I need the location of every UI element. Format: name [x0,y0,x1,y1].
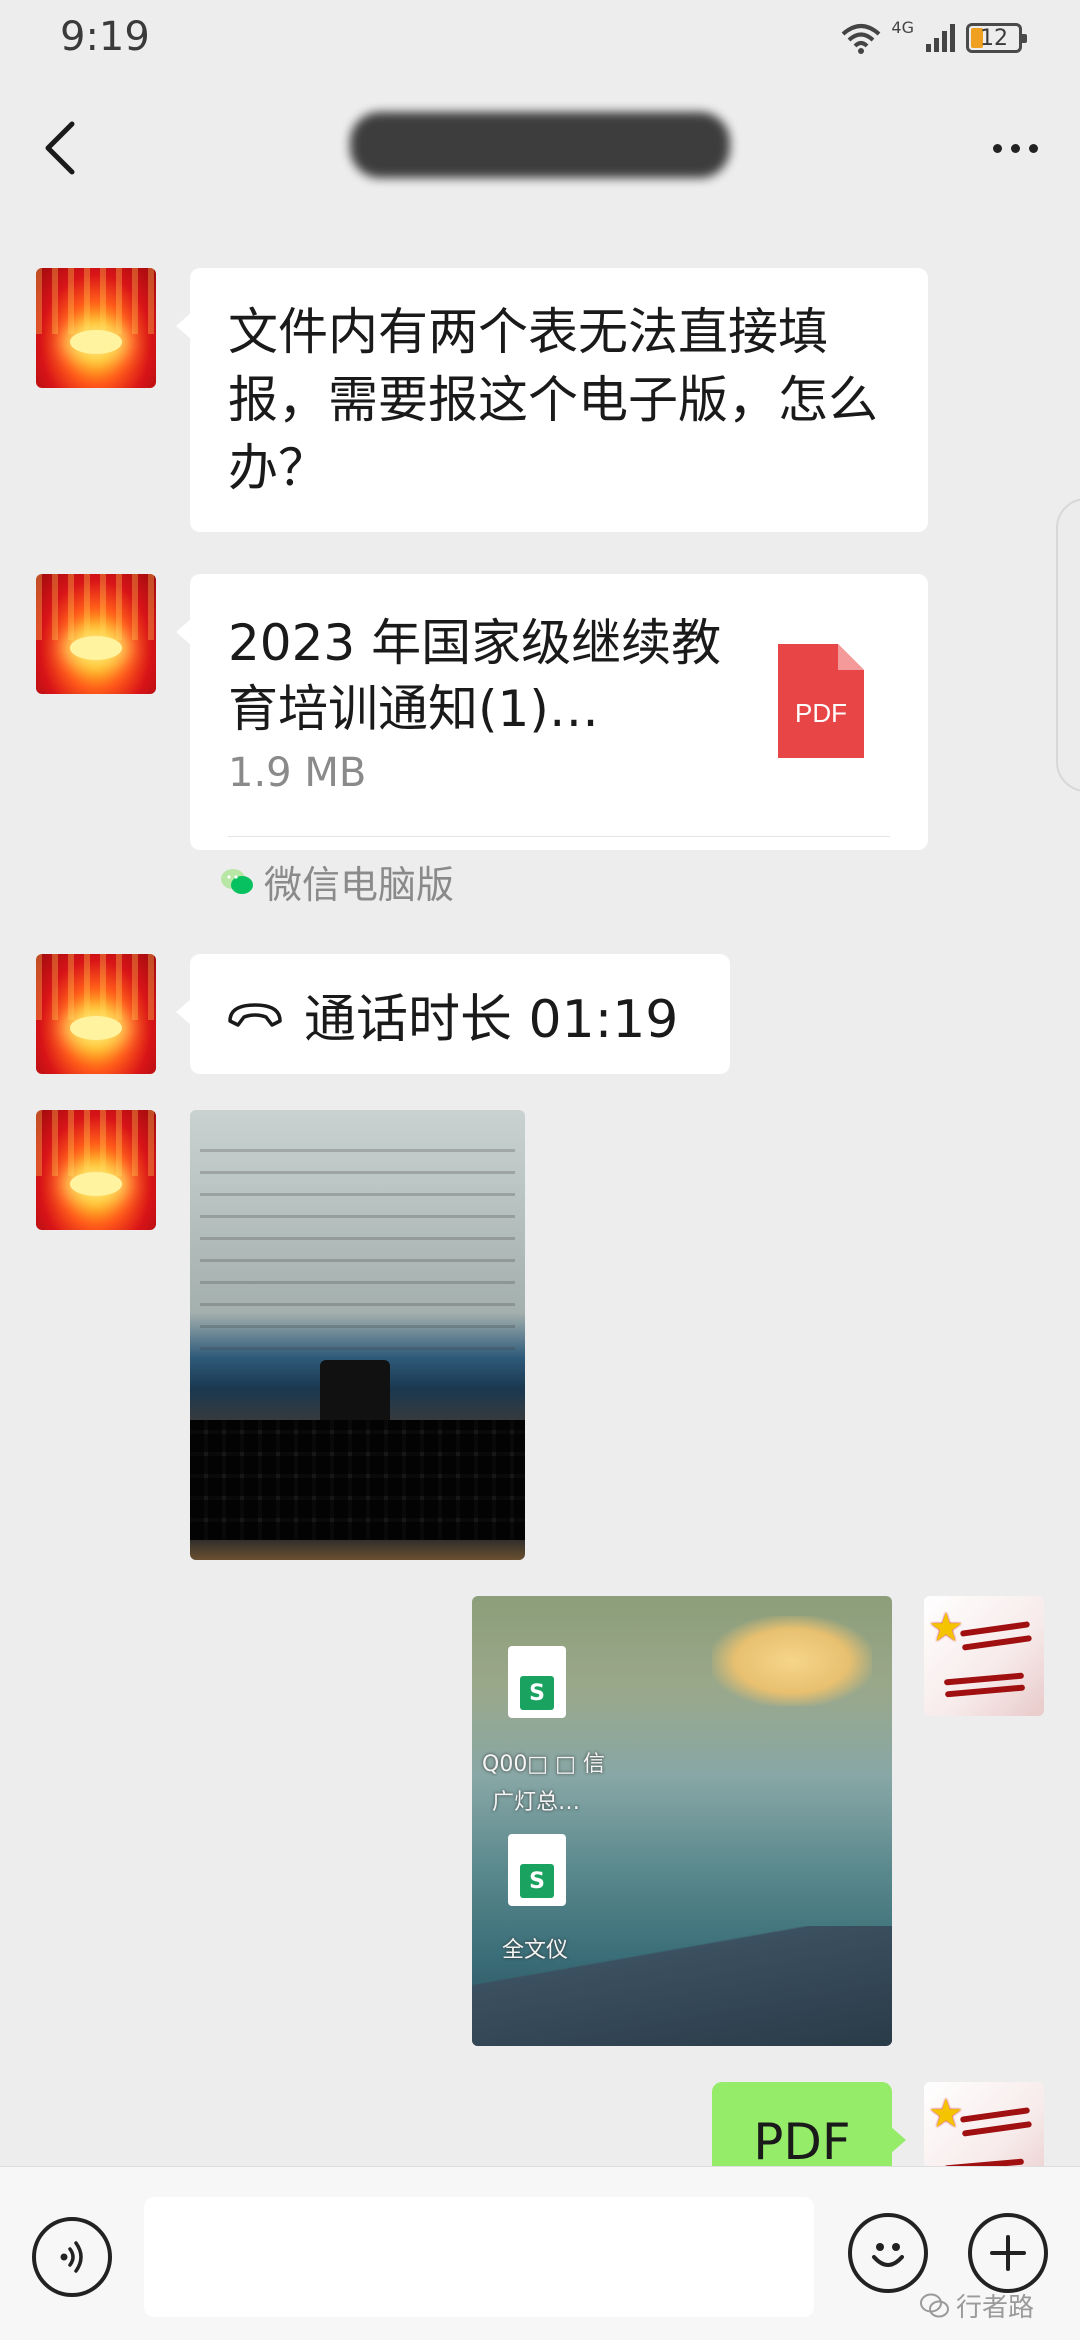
wifi-icon [842,24,881,54]
chat-title-redacted [350,112,730,178]
watermark-label: 行者路 [956,2293,1035,2323]
wechat-icon [920,2293,949,2317]
pdf-icon-label: PDF [795,698,847,728]
my-avatar[interactable]: ★ [924,1596,1044,1716]
emoji-icon [872,2243,904,2267]
contact-avatar[interactable] [36,268,156,388]
file-size: 1.9 MB [228,750,367,796]
spreadsheet-file-icon: S [508,1646,566,1718]
chat-input-bar: 行者路 [0,2166,1080,2340]
more-functions-button[interactable] [968,2213,1048,2293]
side-scroll-handle[interactable] [1056,498,1080,792]
text-message-bubble[interactable]: 文件内有两个表无法直接填报，需要报这个电子版，怎么办？ [176,268,928,532]
more-options-button[interactable] [980,123,1050,173]
status-icons: 4G 12 [841,18,1027,58]
more-dot-icon [992,143,1002,153]
contact-avatar[interactable] [36,1110,156,1230]
chevron-left-icon [45,121,75,175]
file-source-label: 微信电脑版 [264,863,455,907]
chat-header [0,78,1080,218]
phone-hangup-icon [228,1003,282,1027]
desktop-file-label: Q00□ □ 信 [482,1752,605,1777]
file-card-divider [228,836,890,837]
back-button[interactable] [30,108,90,188]
outgoing-file-bubble[interactable]: PDF [712,2082,906,2166]
emoji-button[interactable] [848,2213,928,2293]
watermark: 行者路 [920,2287,1034,2324]
message-input[interactable] [144,2197,814,2317]
plus-icon [990,2235,1026,2271]
call-duration-label: 通话时长 01:19 [304,989,679,1050]
more-dot-icon [1010,143,1020,153]
spreadsheet-file-icon: S [508,1834,566,1906]
status-bar: 9:19 4G 12 [0,0,1080,78]
star-icon: ★ [928,2091,964,2137]
message-list[interactable]: 文件内有两个表无法直接填报，需要报这个电子版，怎么办？ 2023 年国家级继续教… [0,218,1080,2166]
signal-icon [926,24,955,52]
contact-avatar[interactable] [36,954,156,1074]
my-avatar[interactable]: ★ [924,2082,1044,2166]
network-type-label: 4G [891,18,914,37]
chat-screen: 9:19 4G 12 文件内有两个表无法直接填报，需要报这个电子版，怎么办？ 2… [0,0,1080,2340]
file-message-card[interactable]: 2023 年国家级继续教育培训通知(1)… 1.9 MB PDF 微信电脑版 [176,574,928,907]
wechat-icon [221,868,253,894]
battery-level: 12 [980,25,1008,51]
more-dot-icon [1028,143,1038,153]
message-text: 文件内有两个表无法直接填报，需要报这个电子版，怎么办？ [228,303,878,497]
file-source: 微信电脑版 [220,854,454,909]
battery-icon: 12 [966,23,1027,53]
image-message-photo[interactable] [190,1110,525,1560]
status-time: 9:19 [60,14,150,60]
image-message-screenshot[interactable]: S Q00□ □ 信 广灯总… S 全文仪 [472,1596,892,2046]
star-icon: ★ [928,1605,964,1651]
desktop-file-label: 全文仪 [502,1938,569,1963]
contact-avatar[interactable] [36,574,156,694]
outgoing-file-label: PDF [753,2113,851,2166]
desktop-file-label: 广灯总… [492,1790,581,1815]
file-name: 2023 年国家级继续教育培训通知(1)… [228,614,722,738]
pdf-file-icon: PDF [778,644,864,758]
voice-icon [60,2241,83,2273]
voice-input-button[interactable] [32,2217,112,2297]
call-record-bubble[interactable]: 通话时长 01:19 [176,954,730,1074]
